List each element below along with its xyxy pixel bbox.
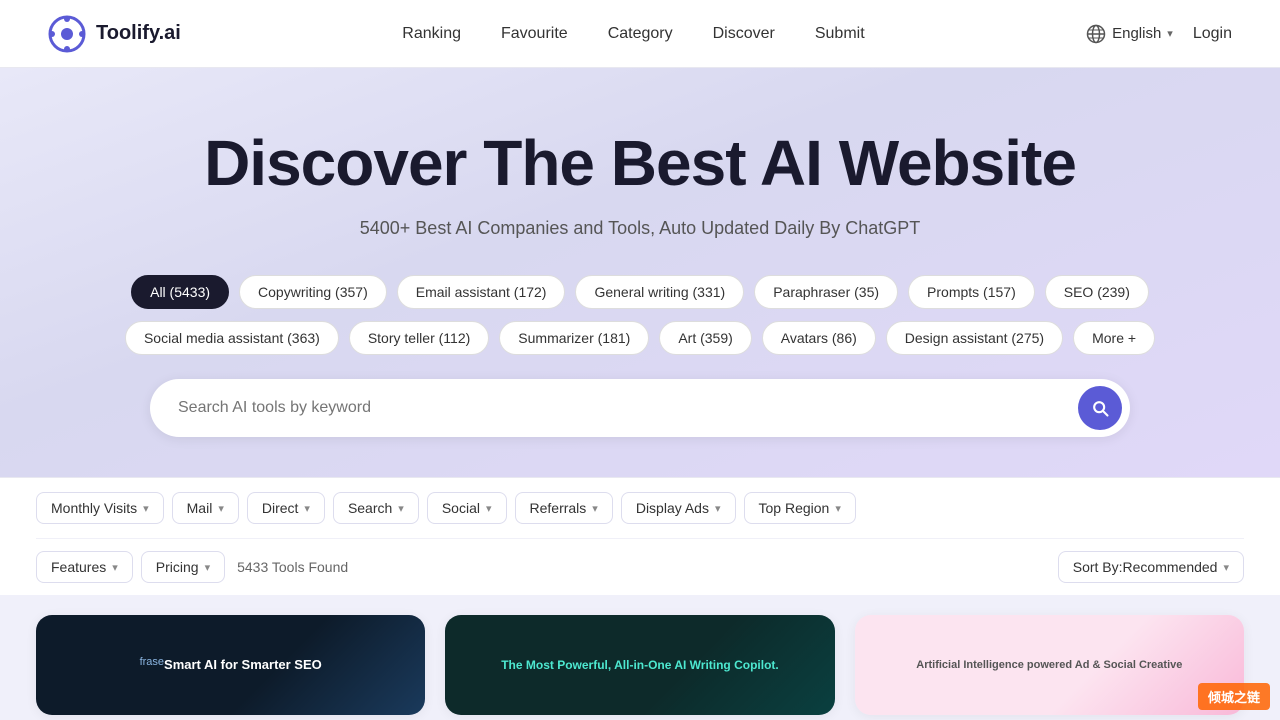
tag-prompts[interactable]: Prompts (157) xyxy=(908,275,1035,309)
filter-referrals-chevron: ▾ xyxy=(592,502,598,515)
tool-card-3[interactable]: Artificial Intelligence powered Ad & Soc… xyxy=(855,615,1244,715)
hero-subtitle: 5400+ Best AI Companies and Tools, Auto … xyxy=(40,218,1240,239)
filter-monthly-visits-label: Monthly Visits xyxy=(51,500,137,516)
tag-seo[interactable]: SEO (239) xyxy=(1045,275,1149,309)
login-button[interactable]: Login xyxy=(1193,25,1232,43)
filter-social[interactable]: Social ▾ xyxy=(427,492,507,524)
tag-general-writing[interactable]: General writing (331) xyxy=(575,275,744,309)
sort-chevron-icon: ▾ xyxy=(1223,561,1229,574)
logo-text: Toolify.ai xyxy=(96,22,181,45)
filter-features[interactable]: Features ▾ xyxy=(36,551,133,583)
filter-monthly-visits-chevron: ▾ xyxy=(143,502,149,515)
tool-card-1[interactable]: frase Smart AI for Smarter SEO xyxy=(36,615,425,715)
search-icon xyxy=(1090,398,1110,418)
filter-top-region-chevron: ▾ xyxy=(835,502,841,515)
filter-pricing[interactable]: Pricing ▾ xyxy=(141,551,225,583)
filter-features-label: Features xyxy=(51,559,106,575)
language-selector[interactable]: English ▾ xyxy=(1086,24,1173,44)
filter-search-label: Search xyxy=(348,500,392,516)
card-2-title: The Most Powerful, All-in-One AI Writing… xyxy=(501,658,779,674)
filter-direct[interactable]: Direct ▾ xyxy=(247,492,325,524)
card-3-content: Artificial Intelligence powered Ad & Soc… xyxy=(855,615,1244,715)
filter-mail[interactable]: Mail ▾ xyxy=(172,492,239,524)
tag-copywriting[interactable]: Copywriting (357) xyxy=(239,275,387,309)
filter-display-ads-chevron: ▾ xyxy=(715,502,721,515)
tag-summarizer[interactable]: Summarizer (181) xyxy=(499,321,649,355)
filter-section: Monthly Visits ▾ Mail ▾ Direct ▾ Search … xyxy=(0,477,1280,595)
tool-card-2[interactable]: The Most Powerful, All-in-One AI Writing… xyxy=(445,615,834,715)
card-1-logo: frase xyxy=(140,656,164,668)
search-container xyxy=(150,379,1130,437)
filter-referrals-label: Referrals xyxy=(530,500,587,516)
tag-avatars[interactable]: Avatars (86) xyxy=(762,321,876,355)
filter-referrals[interactable]: Referrals ▾ xyxy=(515,492,613,524)
hero-section: Discover The Best AI Website 5400+ Best … xyxy=(0,68,1280,477)
tag-art[interactable]: Art (359) xyxy=(659,321,751,355)
nav-favourite[interactable]: Favourite xyxy=(501,25,568,43)
nav-links: Ranking Favourite Category Discover Subm… xyxy=(402,25,864,43)
logo-icon xyxy=(48,15,86,53)
cards-section: frase Smart AI for Smarter SEO The Most … xyxy=(0,595,1280,715)
nav-category[interactable]: Category xyxy=(608,25,673,43)
sort-label: Sort By:Recommended xyxy=(1073,559,1218,575)
filter-monthly-visits[interactable]: Monthly Visits ▾ xyxy=(36,492,164,524)
nav-submit[interactable]: Submit xyxy=(815,25,865,43)
nav-right: English ▾ Login xyxy=(1086,24,1232,44)
tag-email-assistant[interactable]: Email assistant (172) xyxy=(397,275,566,309)
watermark: 倾城之链 xyxy=(1198,683,1270,710)
language-chevron-icon: ▾ xyxy=(1167,27,1173,40)
card-3-title: Artificial Intelligence powered Ad & Soc… xyxy=(916,658,1182,672)
nav-ranking[interactable]: Ranking xyxy=(402,25,461,43)
filter-pricing-chevron: ▾ xyxy=(205,561,211,574)
hero-title: Discover The Best AI Website xyxy=(40,128,1240,198)
filter-display-ads[interactable]: Display Ads ▾ xyxy=(621,492,736,524)
filter-display-ads-label: Display Ads xyxy=(636,500,709,516)
tag-design-assistant[interactable]: Design assistant (275) xyxy=(886,321,1063,355)
tools-count: 5433 Tools Found xyxy=(237,559,348,575)
tag-social-media[interactable]: Social media assistant (363) xyxy=(125,321,339,355)
search-button[interactable] xyxy=(1078,386,1122,430)
filter-social-label: Social xyxy=(442,500,480,516)
tag-all[interactable]: All (5433) xyxy=(131,275,229,309)
filter-pricing-label: Pricing xyxy=(156,559,199,575)
filter-direct-label: Direct xyxy=(262,500,299,516)
filter-social-chevron: ▾ xyxy=(486,502,492,515)
language-label: English xyxy=(1112,25,1161,42)
filter-top-region-label: Top Region xyxy=(759,500,830,516)
card-2-content: The Most Powerful, All-in-One AI Writing… xyxy=(445,615,834,715)
tag-paraphraser[interactable]: Paraphraser (35) xyxy=(754,275,898,309)
tag-more[interactable]: More + xyxy=(1073,321,1155,355)
filter-mail-label: Mail xyxy=(187,500,213,516)
category-tags-row1: All (5433) Copywriting (357) Email assis… xyxy=(40,275,1240,309)
filter-features-chevron: ▾ xyxy=(112,561,118,574)
sort-dropdown[interactable]: Sort By:Recommended ▾ xyxy=(1058,551,1244,583)
filter-direct-chevron: ▾ xyxy=(304,502,310,515)
card-1-title: Smart AI for Smarter SEO xyxy=(164,657,322,674)
filter-row-1: Monthly Visits ▾ Mail ▾ Direct ▾ Search … xyxy=(36,478,1244,539)
filter-search[interactable]: Search ▾ xyxy=(333,492,419,524)
card-1-content: frase Smart AI for Smarter SEO xyxy=(36,615,425,715)
filter-search-chevron: ▾ xyxy=(398,502,404,515)
globe-icon xyxy=(1086,24,1106,44)
logo[interactable]: Toolify.ai xyxy=(48,15,181,53)
search-input[interactable] xyxy=(150,379,1130,437)
navbar: Toolify.ai Ranking Favourite Category Di… xyxy=(0,0,1280,68)
tag-story-teller[interactable]: Story teller (112) xyxy=(349,321,489,355)
filter-row-2: Features ▾ Pricing ▾ 5433 Tools Found So… xyxy=(36,539,1244,595)
filter-mail-chevron: ▾ xyxy=(218,502,224,515)
filter-top-region[interactable]: Top Region ▾ xyxy=(744,492,856,524)
category-tags-row2: Social media assistant (363) Story telle… xyxy=(40,321,1240,355)
nav-discover[interactable]: Discover xyxy=(713,25,775,43)
